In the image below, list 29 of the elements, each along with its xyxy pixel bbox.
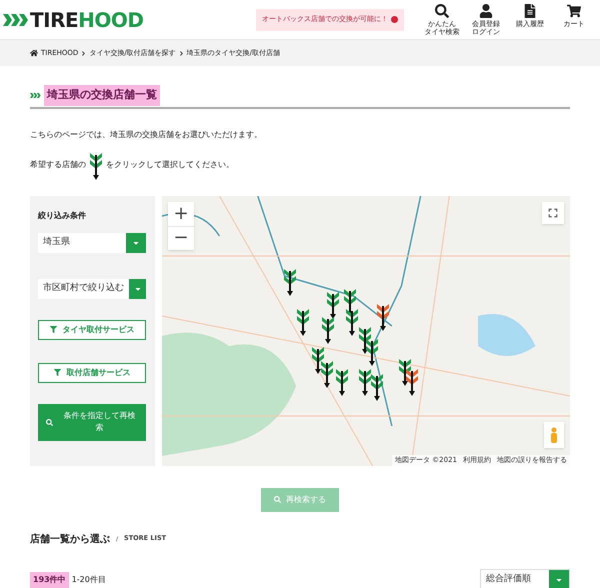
user-icon [479, 4, 493, 18]
select-field[interactable]: 埼玉県 [38, 232, 146, 252]
section-title: 店舗一覧から選ぶ [30, 532, 110, 546]
filter-heading: 絞り込み条件 [38, 210, 87, 222]
page-title: 埼玉県の交換店舗一覧 [44, 85, 160, 106]
result-count: 193件中 [30, 572, 69, 588]
fullscreen-button[interactable] [542, 202, 564, 224]
person-icon [550, 426, 558, 442]
document-icon [523, 4, 537, 18]
chevron-icon [178, 50, 184, 56]
chevrons-icon [3, 14, 29, 26]
search-icon [274, 496, 281, 503]
filter-icon [50, 326, 56, 333]
zoom-out-button[interactable]: − [168, 226, 194, 250]
filter-icon [54, 369, 60, 376]
chevrons-icon [30, 92, 41, 99]
result-range: 1-20件目 [72, 574, 106, 586]
home-icon [30, 49, 38, 57]
intro-text: をクリックして選択してください。 [106, 158, 234, 170]
search-icon [46, 418, 53, 426]
zoom-in-button[interactable]: + [168, 202, 194, 226]
cart-icon [567, 4, 581, 18]
intro-text: こちらのページでは、埼玉県の交換店舗をお選びいただけます。 [30, 128, 263, 140]
chevron-icon [81, 50, 86, 56]
logo[interactable]: TIREHOOD [3, 10, 144, 30]
search-icon [435, 4, 449, 18]
select-field[interactable]: 市区町村で絞り込む [38, 278, 146, 298]
intro-text: 希望する店舗の [30, 158, 86, 170]
fullscreen-icon [548, 208, 558, 218]
